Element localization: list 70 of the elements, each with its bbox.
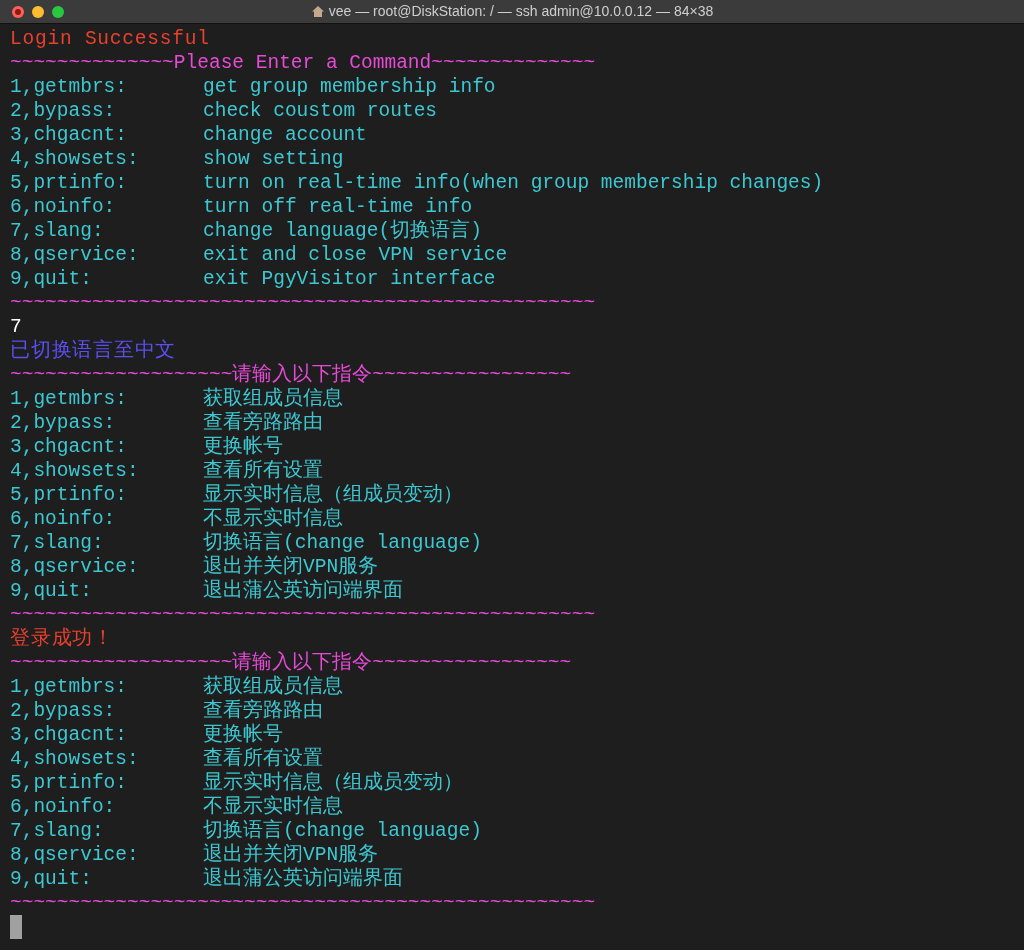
command-name: 4,showsets: — [10, 459, 140, 483]
command-name: 6,noinfo: — [10, 507, 117, 531]
command-name: 6,noinfo: — [10, 195, 117, 219]
command-name: 7,slang: — [10, 219, 105, 243]
command-name: 2,bypass: — [10, 99, 117, 123]
house-icon — [310, 5, 325, 18]
command-name: 3,chgacnt: — [10, 123, 129, 147]
command-description: 获取组成员信息 — [203, 387, 343, 411]
command-description: check coustom routes — [203, 99, 438, 123]
command-name: 8,qservice: — [10, 243, 140, 267]
command-description: 切换语言(change language) — [203, 819, 482, 843]
command-name: 8,qservice: — [10, 555, 140, 579]
command-name: 1,getmbrs: — [10, 387, 129, 411]
command-description: turn off real-time info — [203, 195, 473, 219]
text-cursor — [10, 915, 22, 939]
command-name: 1,getmbrs: — [10, 675, 129, 699]
command-name: 2,bypass: — [10, 699, 117, 723]
command-name: 4,showsets: — [10, 147, 140, 171]
close-button[interactable] — [12, 5, 24, 18]
command-description: exit and close VPN service — [203, 243, 508, 267]
separator-line: ~~~~~~~~~~~~~~~~~~~~~~~~~~~~~~~~~~~~~~~~~~~~~~~~~~ — [10, 291, 596, 315]
command-description: 显示实时信息（组成员变动） — [203, 771, 463, 795]
command-description: 退出并关闭VPN服务 — [203, 843, 379, 867]
command-description: 查看所有设置 — [203, 747, 323, 771]
command-name: 9,quit: — [10, 267, 93, 291]
command-description: change account — [203, 123, 367, 147]
separator-line: ~~~~~~~~~~~~~~~~~~~~~~~~~~~~~~~~~~~~~~~~~~~~~~~~~~ — [10, 603, 596, 627]
command-description: 切换语言(change language) — [203, 531, 482, 555]
separator-line: ~~~~~~~~~~~~~~Please Enter a Command~~~~~~~~~~~~~~ — [10, 51, 596, 75]
command-description: turn on real-time info(when group membership changes) — [203, 171, 824, 195]
minimize-button[interactable] — [32, 5, 44, 18]
command-name: 2,bypass: — [10, 411, 117, 435]
command-name: 4,showsets: — [10, 747, 140, 771]
command-name: 7,slang: — [10, 531, 105, 555]
command-name: 3,chgacnt: — [10, 435, 129, 459]
command-description: 查看旁路路由 — [203, 411, 323, 435]
command-description: change language(切换语言) — [203, 219, 482, 243]
command-description: 不显示实时信息 — [203, 795, 343, 819]
command-description: 更换帐号 — [203, 723, 283, 747]
command-description: 退出并关闭VPN服务 — [203, 555, 379, 579]
command-name: 8,qservice: — [10, 843, 140, 867]
command-description: 不显示实时信息 — [203, 507, 343, 531]
separator-line: ~~~~~~~~~~~~~~~~~~~请输入以下指令~~~~~~~~~~~~~~~~~ — [10, 363, 572, 387]
command-description: show setting — [203, 147, 344, 171]
command-description: 更换帐号 — [203, 435, 283, 459]
command-name: 3,chgacnt: — [10, 723, 129, 747]
command-description: 退出蒲公英访问端界面 — [203, 579, 403, 603]
output-text: 登录成功！ — [10, 627, 114, 651]
command-description: exit PgyVisitor interface — [203, 267, 496, 291]
separator-line: ~~~~~~~~~~~~~~~~~~~请输入以下指令~~~~~~~~~~~~~~~~~ — [10, 651, 572, 675]
output-text: Login Successful — [10, 27, 210, 51]
command-name: 5,prtinfo: — [10, 171, 129, 195]
separator-line: ~~~~~~~~~~~~~~~~~~~~~~~~~~~~~~~~~~~~~~~~~~~~~~~~~~ — [10, 891, 596, 915]
output-text: 已切换语言至中文 — [10, 339, 177, 363]
command-description: 查看旁路路由 — [203, 699, 323, 723]
command-name: 7,slang: — [10, 819, 105, 843]
output-text: 7 — [10, 315, 23, 339]
command-description: 获取组成员信息 — [203, 675, 343, 699]
window-title: vee — root@DiskStation: / — ssh admin@10.0.0.12 — 84×38 — [328, 2, 714, 21]
command-name: 5,prtinfo: — [10, 771, 129, 795]
command-name: 5,prtinfo: — [10, 483, 129, 507]
command-name: 9,quit: — [10, 579, 93, 603]
command-name: 6,noinfo: — [10, 795, 117, 819]
command-name: 1,getmbrs: — [10, 75, 129, 99]
command-description: get group membership info — [203, 75, 496, 99]
command-name: 9,quit: — [10, 867, 93, 891]
command-description: 查看所有设置 — [203, 459, 323, 483]
command-description: 显示实时信息（组成员变动） — [203, 483, 463, 507]
zoom-button[interactable] — [52, 5, 64, 18]
command-description: 退出蒲公英访问端界面 — [203, 867, 403, 891]
